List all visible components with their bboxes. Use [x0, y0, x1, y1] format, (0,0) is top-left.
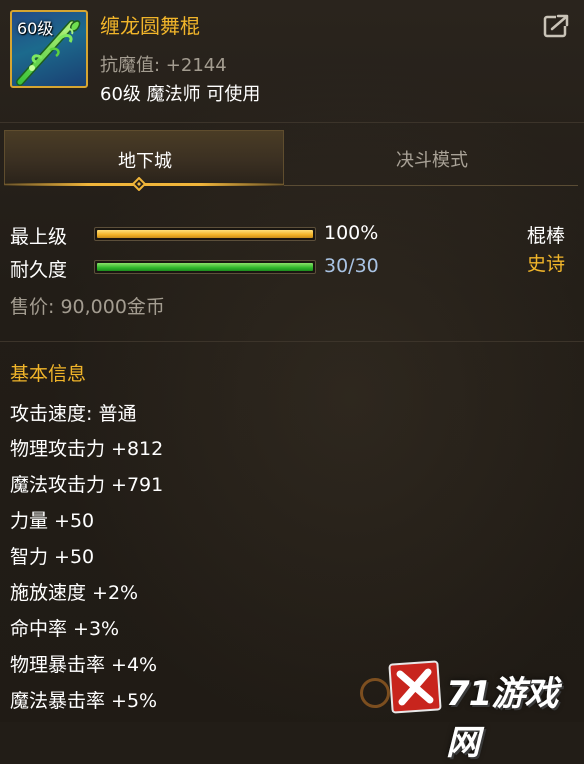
mode-tab-bar: 地下城 决斗模式	[0, 130, 584, 186]
rarity-label: 史诗	[527, 253, 566, 275]
grade-label: 最上级	[10, 226, 68, 248]
header-divider	[0, 122, 584, 123]
attribute-line: 力量 +50	[10, 510, 95, 532]
x-logo-icon	[388, 660, 442, 714]
grade-bar-fill	[97, 230, 313, 238]
grade-bar	[94, 227, 316, 241]
tab-duel-mode-label: 决斗模式	[396, 150, 468, 171]
grade-value: 100%	[324, 222, 379, 244]
watermark-ring	[360, 678, 390, 708]
item-level-badge: 60级	[17, 19, 54, 38]
attribute-line: 魔法攻击力 +791	[10, 474, 164, 496]
attribute-line: 施放速度 +2%	[10, 582, 139, 604]
attribute-line: 物理暴击率 +4%	[10, 654, 158, 676]
section-divider	[0, 341, 584, 342]
weapon-type: 棍棒	[527, 225, 566, 247]
tab-dungeon-label: 地下城	[118, 151, 172, 172]
usage-requirement: 60级 魔法师 可使用	[100, 84, 261, 105]
active-tab-diamond-icon	[132, 177, 146, 191]
item-tooltip-panel: 60级 缠龙圆舞棍 抗魔值: +2144 60级 魔法师 可使用 地下城 决斗模…	[0, 0, 584, 763]
attribute-line: 魔法暴击率 +5%	[10, 690, 158, 712]
item-icon-frame[interactable]: 60级	[10, 10, 88, 88]
basic-info-title: 基本信息	[10, 363, 87, 385]
attribute-line: 智力 +50	[10, 546, 95, 568]
durability-bar-fill	[97, 263, 313, 271]
magic-resist-stat: 抗魔值: +2144	[100, 55, 227, 76]
attribute-line: 命中率 +3%	[10, 618, 120, 640]
item-name: 缠龙圆舞棍	[100, 14, 200, 38]
site-watermark: 71游戏网	[360, 660, 584, 763]
sell-price: 售价: 90,000金币	[10, 296, 165, 318]
watermark-text: 71游戏网	[446, 674, 558, 763]
attribute-line: 攻击速度: 普通	[10, 403, 137, 425]
durability-value: 30/30	[324, 255, 379, 277]
attribute-line: 物理攻击力 +812	[10, 438, 164, 460]
durability-label: 耐久度	[10, 259, 68, 281]
tab-duel-mode[interactable]: 决斗模式	[286, 130, 578, 185]
tab-divider-line	[284, 185, 578, 186]
x-logo-glyph	[396, 668, 434, 706]
durability-bar	[94, 260, 316, 274]
share-export-icon[interactable]	[542, 12, 572, 40]
